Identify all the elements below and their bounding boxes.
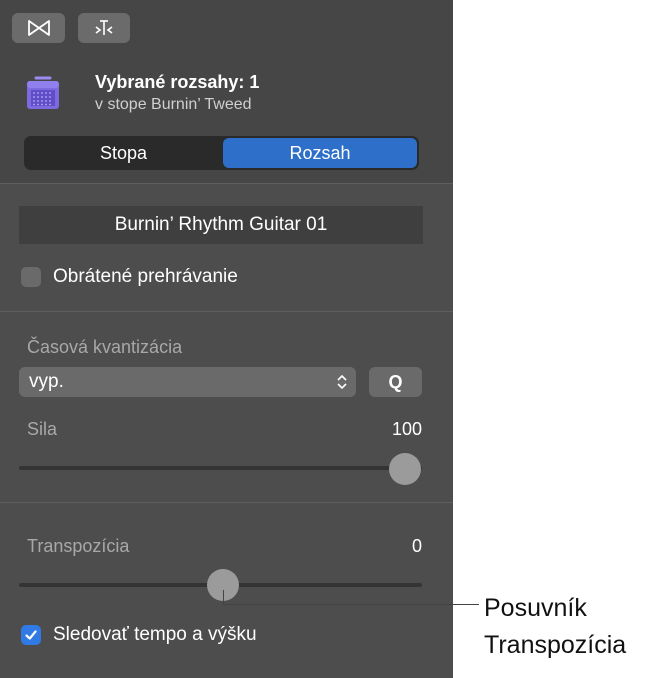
divider [0,502,453,503]
tab-track[interactable]: Stopa [26,138,221,168]
checkmark-icon [25,630,37,640]
strength-slider-knob[interactable] [389,453,421,485]
quantize-button[interactable]: Q [369,367,422,397]
time-quantize-popup[interactable]: vyp. [19,367,356,397]
transpose-value: 0 [411,536,422,556]
strength-slider-track[interactable] [19,466,422,470]
follow-tempo-pitch-checkbox[interactable] [21,625,41,645]
callout-line-1: Posuvník [484,594,587,622]
callout-line-2: Transpozícia [484,631,627,659]
selection-title: Vybrané rozsahy: 1 [95,72,260,92]
strength-value: 100 [391,419,422,439]
time-quantize-value: vyp. [29,371,64,392]
reverse-playback-label: Obrátené prehrávanie [53,266,238,287]
bowtie-icon [27,20,50,36]
time-quantize-label: Časová kvantizácia [27,337,183,357]
split-marker-button[interactable] [78,13,130,43]
callout-leader-vertical [223,590,224,605]
inspector-panel: Vybrané rozsahy: 1 v stope Burnin’ Tweed… [0,0,453,678]
strength-label: Sila [27,419,58,439]
region-name-field[interactable]: Burnin’ Rhythm Guitar 01 [19,206,423,244]
bowtie-button[interactable] [12,13,65,43]
follow-tempo-pitch-label: Sledovať tempo a výšku [53,624,257,645]
callout-leader-horizontal [223,604,479,605]
divider [0,183,453,184]
tab-region[interactable]: Rozsah [223,138,417,168]
track-region-segmented-control: Stopa Rozsah [24,136,419,170]
reverse-playback-checkbox[interactable] [21,267,41,287]
amp-icon [27,76,59,109]
transpose-label: Transpozícia [27,536,130,556]
split-marker-icon [95,20,113,35]
divider [0,311,453,312]
selection-subtitle: v stope Burnin’ Tweed [95,96,252,113]
up-down-chevron-icon [337,374,347,390]
